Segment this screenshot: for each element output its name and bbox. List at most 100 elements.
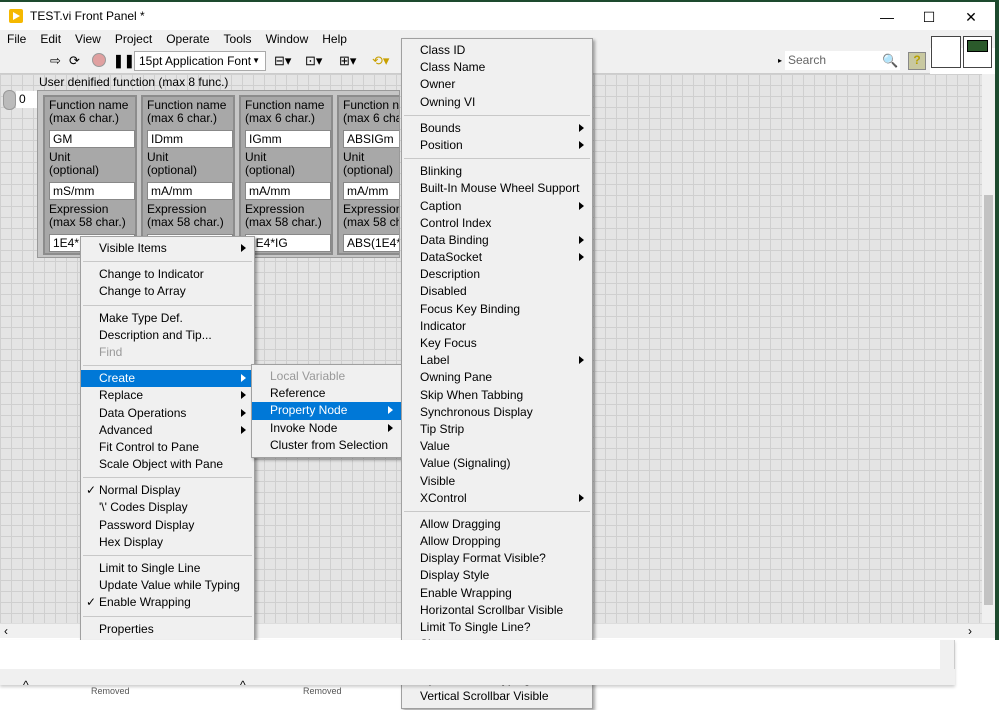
menu-item-limit-to-single-line[interactable]: Limit To Single Line?	[402, 619, 592, 636]
background-vertical-scrollbar[interactable]	[940, 640, 954, 685]
background-horizontal-scrollbar[interactable]	[0, 669, 955, 685]
menu-view[interactable]: View	[68, 32, 108, 46]
menu-item-xcontrol[interactable]: XControl	[402, 490, 592, 507]
menu-item-class-id[interactable]: Class ID	[402, 42, 592, 59]
array-index[interactable]: 0	[3, 90, 40, 110]
menu-item-invoke-node[interactable]: Invoke Node	[252, 420, 401, 437]
run-arrow-icon[interactable]: ⇨	[50, 52, 61, 70]
menu-item-control-index[interactable]: Control Index	[402, 215, 592, 232]
menu-item-limit-to-single-line[interactable]: Limit to Single Line	[81, 560, 254, 577]
menu-item-make-type-def[interactable]: Make Type Def.	[81, 310, 254, 327]
menu-item-owner[interactable]: Owner	[402, 76, 592, 93]
vertical-scrollbar-thumb[interactable]	[984, 195, 993, 605]
search-icon[interactable]: 🔍	[882, 52, 898, 70]
distribute-objects-icon[interactable]: ⊡▾	[305, 52, 322, 70]
chevron-up-icon[interactable]: ^	[23, 678, 29, 692]
function-name-field[interactable]: ABSIGm	[343, 130, 399, 148]
run-continuously-icon[interactable]: ⟳	[69, 52, 80, 70]
menu-file[interactable]: File	[0, 32, 33, 46]
menu-item-enable-wrapping[interactable]: ✓ Enable Wrapping	[81, 594, 254, 611]
menu-item-allow-dropping[interactable]: Allow Dropping	[402, 533, 592, 550]
connector-pane-icon[interactable]	[931, 36, 961, 68]
menu-item-caption[interactable]: Caption	[402, 198, 592, 215]
menu-item-cluster-from-selection[interactable]: Cluster from Selection	[252, 437, 401, 454]
menu-item-horizontal-scrollbar-visible[interactable]: Horizontal Scrollbar Visible	[402, 602, 592, 619]
menu-item-scale-object-with-pane[interactable]: Scale Object with Pane	[81, 456, 254, 473]
menu-item-codes-display[interactable]: '\' Codes Display	[81, 499, 254, 516]
menu-item-label[interactable]: Label	[402, 352, 592, 369]
menu-item-bounds[interactable]: Bounds	[402, 120, 592, 137]
menu-item-property-node[interactable]: Property Node	[252, 402, 401, 420]
menu-item-description[interactable]: Description	[402, 266, 592, 283]
menu-item-class-name[interactable]: Class Name	[402, 59, 592, 76]
minimize-button[interactable]: —	[867, 4, 907, 30]
context-help-button[interactable]: ?	[908, 52, 926, 70]
chevron-up-icon[interactable]: ^	[240, 678, 246, 692]
expression-field[interactable]: 1E4*IG	[245, 234, 331, 252]
menu-item-hex-display[interactable]: Hex Display	[81, 534, 254, 551]
menu-operate[interactable]: Operate	[159, 32, 216, 46]
search-expand-icon[interactable]: ▸	[778, 52, 782, 70]
scroll-left-icon[interactable]: ‹	[4, 624, 8, 638]
font-dropdown[interactable]: 15pt Application Font ▼	[134, 51, 266, 71]
function-name-field[interactable]: IGmm	[245, 130, 331, 148]
close-button[interactable]: ✕	[951, 4, 991, 30]
menu-item-fit-control-to-pane[interactable]: Fit Control to Pane	[81, 439, 254, 456]
menu-help[interactable]: Help	[315, 32, 354, 46]
menu-item-data-binding[interactable]: Data Binding	[402, 232, 592, 249]
menu-item-update-value-while-typing[interactable]: Update Value while Typing	[81, 577, 254, 594]
vi-icon[interactable]	[963, 36, 992, 68]
menu-item-replace[interactable]: Replace	[81, 387, 254, 404]
menu-item-datasocket[interactable]: DataSocket	[402, 249, 592, 266]
menu-item-display-style[interactable]: Display Style	[402, 567, 592, 584]
abort-icon[interactable]	[92, 53, 106, 67]
menu-project[interactable]: Project	[108, 32, 159, 46]
menu-item-focus-key-binding[interactable]: Focus Key Binding	[402, 301, 592, 318]
maximize-button[interactable]: ☐	[909, 4, 949, 30]
menu-item-indicator[interactable]: Indicator	[402, 318, 592, 335]
align-objects-icon[interactable]: ⊟▾	[274, 52, 291, 70]
resize-objects-icon[interactable]: ⊞▾	[339, 52, 356, 70]
reorder-icon[interactable]: ⟲▾	[372, 52, 389, 70]
menu-item-create[interactable]: Create	[81, 370, 254, 388]
index-spinner[interactable]	[3, 90, 16, 110]
menu-item-value-signaling[interactable]: Value (Signaling)	[402, 455, 592, 472]
menu-item-built-in-mouse-wheel-support[interactable]: Built-In Mouse Wheel Support	[402, 180, 592, 197]
menu-item-visible-items[interactable]: Visible Items	[81, 240, 254, 257]
expression-field[interactable]: ABS(1E4*IG)	[343, 234, 399, 252]
menu-item-display-format-visible[interactable]: Display Format Visible?	[402, 550, 592, 567]
unit-field[interactable]: mA/mm	[343, 182, 399, 200]
menu-item-synchronous-display[interactable]: Synchronous Display	[402, 404, 592, 421]
menu-item-change-to-array[interactable]: Change to Array	[81, 283, 254, 300]
menu-item-disabled[interactable]: Disabled	[402, 283, 592, 300]
menu-item-enable-wrapping[interactable]: Enable Wrapping	[402, 585, 592, 602]
menu-item-advanced[interactable]: Advanced	[81, 422, 254, 439]
function-name-field[interactable]: GM	[49, 130, 135, 148]
menu-item-skip-when-tabbing[interactable]: Skip When Tabbing	[402, 387, 592, 404]
unit-field[interactable]: mA/mm	[245, 182, 331, 200]
function-name-field[interactable]: IDmm	[147, 130, 233, 148]
menu-item-reference[interactable]: Reference	[252, 385, 401, 402]
menu-item-normal-display[interactable]: ✓ Normal Display	[81, 482, 254, 499]
menu-item-change-to-indicator[interactable]: Change to Indicator	[81, 266, 254, 283]
menu-item-blinking[interactable]: Blinking	[402, 163, 592, 180]
menu-edit[interactable]: Edit	[33, 32, 68, 46]
unit-field[interactable]: mA/mm	[147, 182, 233, 200]
menu-tools[interactable]: Tools	[217, 32, 259, 46]
unit-field[interactable]: mS/mm	[49, 182, 135, 200]
menu-item-key-focus[interactable]: Key Focus	[402, 335, 592, 352]
menu-item-data-operations[interactable]: Data Operations	[81, 405, 254, 422]
menu-item-owning-pane[interactable]: Owning Pane	[402, 369, 592, 386]
menu-item-tip-strip[interactable]: Tip Strip	[402, 421, 592, 438]
menu-item-vertical-scrollbar-visible[interactable]: Vertical Scrollbar Visible	[402, 688, 592, 705]
scroll-right-icon[interactable]: ›	[968, 624, 972, 638]
menu-item-description-and-tip[interactable]: Description and Tip...	[81, 327, 254, 344]
pause-icon[interactable]: ❚❚	[113, 52, 135, 70]
menu-window[interactable]: Window	[259, 32, 316, 46]
menu-item-properties[interactable]: Properties	[81, 621, 254, 638]
menu-item-value[interactable]: Value	[402, 438, 592, 455]
menu-item-visible[interactable]: Visible	[402, 473, 592, 490]
menu-item-allow-dragging[interactable]: Allow Dragging	[402, 516, 592, 533]
menu-item-position[interactable]: Position	[402, 137, 592, 154]
menu-item-owning-vi[interactable]: Owning VI	[402, 94, 592, 111]
